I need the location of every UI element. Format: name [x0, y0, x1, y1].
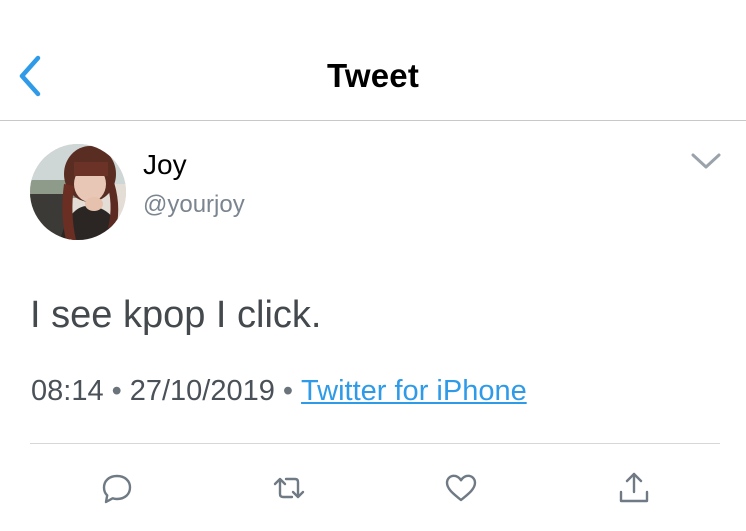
avatar[interactable]	[30, 144, 126, 240]
like-button[interactable]	[444, 470, 478, 506]
tweet-time: 08:14	[31, 375, 104, 407]
more-options-button[interactable]	[689, 150, 723, 172]
tweet-source-link[interactable]: Twitter for iPhone	[301, 375, 527, 407]
meta-separator: •	[282, 375, 294, 407]
tweet-meta: 08:14 • 27/10/2019 • Twitter for iPhone	[31, 375, 527, 408]
page-title: Tweet	[326, 57, 420, 94]
divider	[30, 443, 720, 444]
nav-bar: Tweet	[0, 0, 746, 121]
avatar-photo	[30, 144, 126, 240]
like-icon	[445, 474, 477, 502]
display-name[interactable]: Joy	[143, 149, 187, 181]
user-handle[interactable]: @yourjoy	[143, 191, 245, 219]
meta-separator: •	[111, 375, 122, 407]
tweet-text: I see kpop I click.	[30, 294, 322, 336]
chevron-down-icon	[691, 153, 721, 169]
tweet-date: 27/10/2019	[129, 375, 275, 407]
share-icon	[619, 472, 649, 503]
retweet-button[interactable]	[272, 470, 306, 506]
retweet-icon	[273, 477, 305, 499]
share-button[interactable]	[617, 470, 651, 506]
reply-icon	[102, 474, 132, 504]
reply-button[interactable]	[100, 470, 134, 506]
